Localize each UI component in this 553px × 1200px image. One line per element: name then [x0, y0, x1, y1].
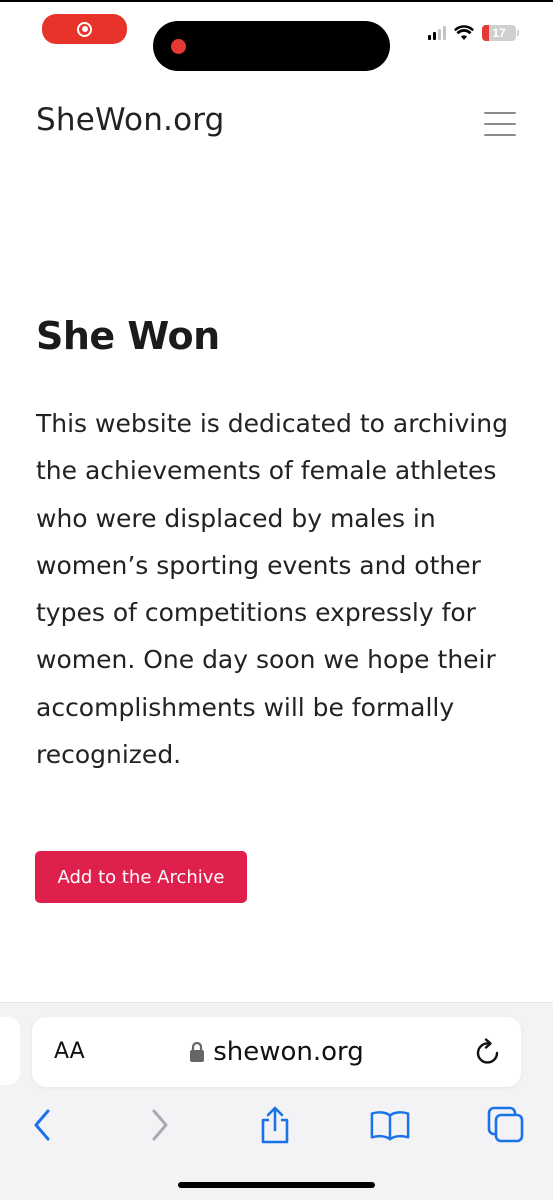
tabs-button[interactable]	[486, 1103, 526, 1147]
chevron-left-icon	[34, 1109, 50, 1141]
cellular-signal-icon	[428, 26, 446, 40]
battery-icon: 17	[482, 25, 519, 41]
browser-chrome: AA shewon.org	[0, 1002, 553, 1200]
url-text: shewon.org	[213, 1037, 364, 1067]
add-to-archive-button[interactable]: Add to the Archive	[35, 851, 247, 903]
screen-recording-icon	[77, 21, 92, 37]
hamburger-menu-icon[interactable]	[484, 112, 516, 136]
phone-screen: 17 SheWon.org She Won This website is de…	[0, 0, 553, 1200]
book-icon	[370, 1111, 410, 1141]
home-indicator[interactable]	[178, 1182, 375, 1188]
address-bar[interactable]: AA shewon.org	[32, 1017, 521, 1087]
share-button[interactable]	[255, 1103, 295, 1147]
camera-indicator-icon	[171, 39, 186, 54]
status-icons: 17	[428, 25, 519, 41]
forward-button[interactable]	[140, 1103, 180, 1147]
tabs-icon	[487, 1106, 524, 1143]
back-button[interactable]	[22, 1103, 62, 1147]
screen-recording-indicator[interactable]	[42, 14, 127, 44]
bookmarks-button[interactable]	[370, 1103, 410, 1147]
dynamic-island	[153, 21, 390, 71]
battery-level: 17	[492, 26, 506, 40]
url-display[interactable]: shewon.org	[32, 1037, 521, 1067]
lock-icon	[190, 1041, 205, 1062]
reload-icon[interactable]	[473, 1037, 503, 1067]
site-logo-link[interactable]: SheWon.org	[36, 102, 225, 138]
previous-tab-preview[interactable]	[0, 1017, 20, 1085]
page-heading: She Won	[36, 314, 220, 358]
chevron-right-icon	[152, 1109, 168, 1141]
browser-toolbar	[0, 1103, 553, 1149]
wifi-icon	[454, 25, 474, 40]
share-icon	[261, 1106, 289, 1144]
intro-paragraph: This website is dedicated to archiving t…	[36, 409, 508, 770]
